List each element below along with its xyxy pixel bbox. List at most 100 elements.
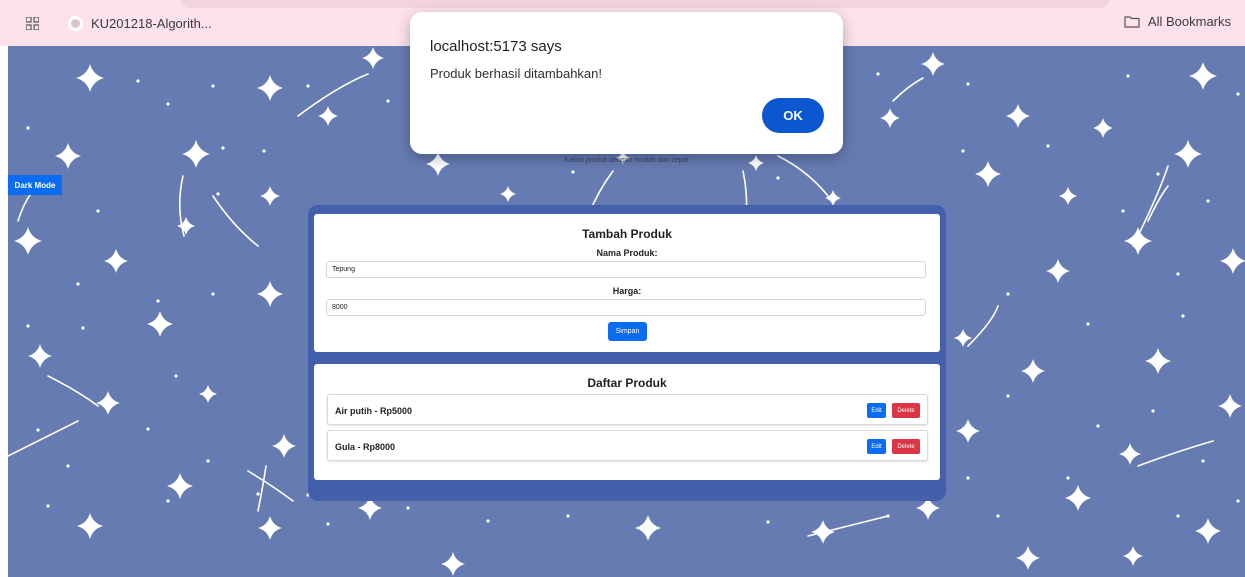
apps-grid-icon[interactable]: [26, 17, 39, 30]
shooting-star-trail: [257, 465, 267, 512]
dark-mode-button[interactable]: Dark Mode: [8, 175, 62, 195]
dot-shape: [66, 464, 70, 468]
star-shape: [199, 385, 217, 403]
star-shape: [362, 47, 384, 69]
star-shape: [1016, 546, 1040, 570]
folder-icon: [1124, 16, 1140, 28]
dot-shape: [146, 427, 150, 431]
bookmark-item[interactable]: KU201218-Algorith...: [68, 14, 212, 32]
dot-shape: [216, 192, 220, 196]
product-item-text: Air putih - Rp5000: [335, 406, 413, 416]
star-shape: [975, 161, 1001, 187]
dot-shape: [81, 326, 85, 330]
product-name-input[interactable]: [326, 261, 926, 278]
list-item: Air putih - Rp5000 Edit Delete: [327, 394, 928, 425]
star-shape: [257, 75, 283, 101]
star-shape: [1119, 443, 1141, 465]
star-shape: [257, 281, 283, 307]
all-bookmarks-button[interactable]: All Bookmarks: [1124, 14, 1231, 29]
main-panel: Tambah Produk Nama Produk: Harga: Simpan…: [308, 205, 946, 501]
dot-shape: [766, 520, 770, 524]
edit-button[interactable]: Edit: [867, 439, 886, 454]
list-heading: Daftar Produk: [587, 376, 667, 390]
dot-shape: [1176, 514, 1180, 518]
star-shape: [1218, 394, 1242, 418]
dot-shape: [262, 149, 266, 153]
shooting-star-trail: [1132, 165, 1169, 247]
dot-shape: [26, 126, 30, 130]
star-shape: [1021, 359, 1045, 383]
star-shape: [104, 249, 128, 273]
star-shape: [177, 217, 195, 235]
dialog-title: localhost:5173 says: [430, 38, 562, 55]
delete-button[interactable]: Delete: [892, 439, 920, 454]
star-shape: [500, 186, 516, 202]
tab-strip-edge: [180, 0, 1110, 8]
github-icon: [68, 15, 83, 31]
shooting-star-trail: [1137, 440, 1214, 467]
all-bookmarks-label: All Bookmarks: [1147, 14, 1231, 29]
dot-shape: [46, 504, 50, 508]
form-heading: Tambah Produk: [582, 227, 672, 241]
add-product-form: Tambah Produk Nama Produk: Harga: Simpan: [314, 214, 940, 352]
dot-shape: [1096, 424, 1100, 428]
page-subtitle: Kelola produk dengan mudah dan cepat: [564, 157, 689, 164]
dot-shape: [876, 72, 880, 76]
star-shape: [55, 143, 81, 169]
star-shape: [825, 190, 841, 206]
shooting-star-trail: [807, 515, 889, 537]
star-shape: [318, 106, 338, 126]
star-shape: [1059, 187, 1077, 205]
dot-shape: [1046, 144, 1050, 148]
dot-shape: [166, 102, 170, 106]
shooting-star-trail: [967, 305, 999, 347]
dot-shape: [211, 292, 215, 296]
dot-shape: [26, 324, 30, 328]
price-input[interactable]: [326, 299, 926, 316]
star-shape: [28, 344, 52, 368]
shooting-star-trail: [247, 470, 294, 502]
ok-button[interactable]: OK: [762, 98, 824, 133]
edit-button[interactable]: Edit: [867, 403, 886, 418]
dot-shape: [174, 374, 178, 378]
shooting-star-trail: [297, 73, 369, 117]
dot-shape: [1121, 209, 1125, 213]
star-shape: [96, 391, 120, 415]
dot-shape: [1156, 172, 1160, 176]
shooting-star-trail: [212, 195, 259, 247]
dot-shape: [1181, 314, 1185, 318]
dot-shape: [386, 99, 390, 103]
dot-shape: [1056, 262, 1060, 266]
star-shape: [1123, 546, 1143, 566]
product-name-label: Nama Produk:: [596, 248, 658, 258]
product-list: Daftar Produk Air putih - Rp5000 Edit De…: [314, 364, 940, 480]
dot-shape: [1236, 499, 1240, 503]
shooting-star-trail: [8, 420, 79, 457]
price-label: Harga:: [612, 286, 642, 296]
dot-shape: [1066, 476, 1070, 480]
dot-shape: [36, 428, 40, 432]
dot-shape: [76, 282, 80, 286]
dot-shape: [96, 209, 100, 213]
dot-shape: [776, 176, 780, 180]
delete-button[interactable]: Delete: [892, 403, 920, 418]
star-shape: [1145, 348, 1171, 374]
dot-shape: [211, 84, 215, 88]
star-shape: [956, 419, 980, 443]
dot-shape: [1086, 322, 1090, 326]
star-shape: [147, 311, 173, 337]
star-shape: [167, 473, 193, 499]
dot-shape: [566, 514, 570, 518]
dot-shape: [326, 522, 330, 526]
dot-shape: [1201, 459, 1205, 463]
star-shape: [258, 516, 282, 540]
star-shape: [426, 152, 450, 176]
star-shape: [1093, 118, 1113, 138]
star-shape: [272, 434, 296, 458]
star-shape: [1189, 62, 1217, 90]
dot-shape: [206, 459, 210, 463]
star-shape: [14, 227, 42, 255]
dialog-message: Produk berhasil ditambahkan!: [430, 66, 602, 81]
dot-shape: [1126, 74, 1130, 78]
save-button[interactable]: Simpan: [608, 322, 647, 341]
